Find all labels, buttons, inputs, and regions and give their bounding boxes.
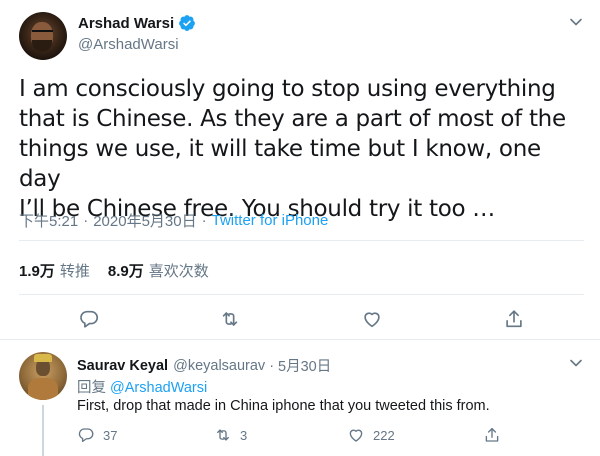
tweet-meta: 下午5:21 · 2020年5月30日 · Twitter for iPhone [19,210,328,231]
retweet-count: 3 [240,427,248,443]
avatar[interactable] [19,12,67,60]
reply-icon [78,428,94,443]
avatar-beard [32,40,52,52]
likes-count[interactable]: 8.9万 [108,260,144,281]
reply-avatar[interactable] [19,352,67,400]
reply-avatar-crown [34,354,52,362]
tweet-date[interactable]: 2020年5月30日 [93,210,196,231]
reply-count: 37 [103,427,118,443]
retweet-button[interactable] [219,308,241,330]
reply-avatar-body [28,378,58,400]
share-icon [506,310,522,328]
tweet-text-line: that is Chinese. As they are a part of m… [19,106,566,132]
tweet-source-link[interactable]: Twitter for iPhone [212,212,329,229]
reply-tweet[interactable]: Saurav Keyal @keyalsaurav · 5月30日 回复 @Ar… [0,341,600,456]
tweet-text: I am consciously going to stop using eve… [19,74,589,224]
replying-to: 回复 @ArshadWarsi [77,376,207,397]
divider [19,240,584,241]
reply-reply-button[interactable]: 37 [77,426,117,444]
tweet-stats: 1.9万 转推 8.9万 喜欢次数 [19,260,227,281]
likes-label[interactable]: 喜欢次数 [149,260,209,281]
reply-text: First, drop that made in China iphone th… [77,398,490,414]
reply-header: Saurav Keyal @keyalsaurav · 5月30日 [77,355,331,376]
reply-handle[interactable]: @keyalsaurav [173,358,265,374]
divider [19,294,584,295]
replying-label: 回复 [77,380,106,396]
meta-separator: · [201,212,207,229]
verified-badge-icon [178,14,196,32]
reply-icon [80,310,99,328]
retweet-icon [217,429,229,441]
reply-like-button[interactable]: 222 [347,426,395,444]
reply-display-name[interactable]: Saurav Keyal [77,358,168,374]
reply-retweet-button[interactable]: 3 [214,426,247,444]
retweets-count[interactable]: 1.9万 [19,260,55,281]
retweet-icon [222,312,238,326]
reply-date[interactable]: 5月30日 [278,355,331,376]
replying-to-mention[interactable]: @ArshadWarsi [110,380,207,396]
like-count: 222 [373,427,395,443]
tweet-text-line: things we use, it will take time but I k… [19,136,541,192]
main-tweet: Arshad Warsi @ArshadWarsi I am conscious… [0,0,600,340]
retweets-label[interactable]: 转推 [60,260,90,281]
thread-line [42,405,44,456]
author-display-name[interactable]: Arshad Warsi [78,15,174,32]
reply-separator: · [269,357,275,374]
share-icon [485,427,499,442]
like-icon [364,312,380,328]
chevron-down-icon[interactable] [568,355,584,371]
like-button[interactable] [361,308,383,330]
share-button[interactable] [503,308,525,330]
author-name-row[interactable]: Arshad Warsi [78,14,196,32]
reply-button[interactable] [78,308,100,330]
tweet-time[interactable]: 下午5:21 [19,210,78,231]
meta-separator: · [83,212,89,229]
avatar-glasses [32,30,53,35]
reply-share-button[interactable] [483,426,509,444]
author-handle[interactable]: @ArshadWarsi [78,36,179,53]
chevron-down-icon[interactable] [568,14,584,30]
like-icon [349,429,363,442]
tweet-text-line: I am consciously going to stop using eve… [19,76,556,102]
